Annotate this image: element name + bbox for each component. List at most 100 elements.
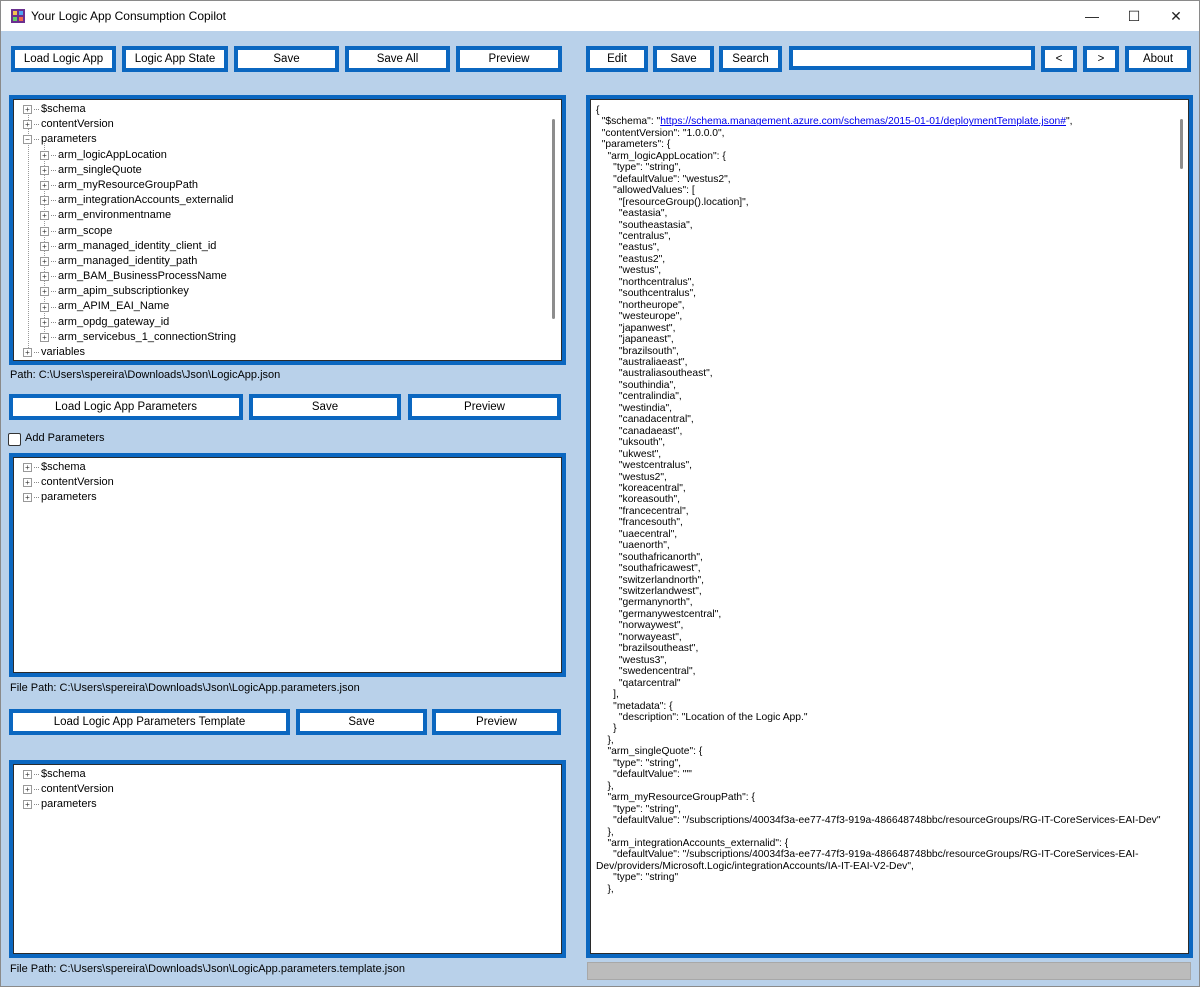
expand-icon[interactable]: + <box>23 785 32 795</box>
tree-node[interactable]: + contentVersion <box>23 117 236 132</box>
edit-button[interactable]: Edit <box>586 46 648 72</box>
json-line: "westus2", <box>596 471 667 483</box>
json-line: "norwayeast", <box>596 631 682 643</box>
json-scrollbar[interactable] <box>1180 119 1183 169</box>
logic-app-state-button[interactable]: Logic App State <box>122 46 228 72</box>
window-title: Your Logic App Consumption Copilot <box>31 9 227 23</box>
json-line: "germanywestcentral", <box>596 608 722 620</box>
tree-node-label: arm_opdg_gateway_id <box>58 315 170 328</box>
logic-app-path-label: Path: C:\Users\spereira\Downloads\Json\L… <box>10 369 281 381</box>
json-line: }, <box>596 883 614 895</box>
tree-node-label: contentVersion <box>41 118 114 131</box>
tree-connector <box>51 291 56 293</box>
expand-icon[interactable]: + <box>40 211 49 221</box>
tree-node[interactable]: + arm_opdg_gateway_id <box>23 315 236 330</box>
load-parameters-button[interactable]: Load Logic App Parameters <box>9 394 243 420</box>
expand-icon[interactable]: + <box>23 493 32 503</box>
json-line: "uksouth", <box>596 437 666 449</box>
json-line: "switzerlandnorth", <box>596 574 705 586</box>
maximize-button[interactable]: ☐ <box>1111 1 1157 31</box>
tree-node[interactable]: + arm_logicAppLocation <box>23 148 236 163</box>
load-logic-app-button[interactable]: Load Logic App <box>11 46 116 72</box>
expand-icon[interactable]: + <box>23 348 32 358</box>
tree-node[interactable]: + arm_managed_identity_path <box>23 254 236 269</box>
tree-connector <box>51 336 56 338</box>
expand-icon[interactable]: + <box>23 800 32 810</box>
search-button[interactable]: Search <box>719 46 782 72</box>
tree-node[interactable]: + arm_environmentname <box>23 208 236 223</box>
tree-node[interactable]: + arm_BAM_BusinessProcessName <box>23 269 236 284</box>
add-parameters-checkbox[interactable] <box>8 433 21 446</box>
title-bar[interactable]: Your Logic App Consumption Copilot — ☐ ✕ <box>1 1 1199 31</box>
expand-icon[interactable]: + <box>23 463 32 473</box>
expand-icon[interactable]: + <box>40 241 49 251</box>
tree-node[interactable]: − parameters <box>23 132 236 147</box>
collapse-icon[interactable]: − <box>23 135 32 145</box>
json-save-button[interactable]: Save <box>653 46 714 72</box>
tree-node[interactable]: + contentVersion <box>23 782 114 797</box>
tree-node[interactable]: + $schema <box>23 102 236 117</box>
json-line: "germanynorth", <box>596 597 693 609</box>
search-input[interactable] <box>789 46 1035 70</box>
json-line: "type": "string", <box>596 162 682 174</box>
tree-node[interactable]: + arm_scope <box>23 224 236 239</box>
expand-icon[interactable]: + <box>40 332 49 342</box>
tree-node[interactable]: + arm_singleQuote <box>23 163 236 178</box>
expand-icon[interactable]: + <box>40 302 49 312</box>
save-button[interactable]: Save <box>234 46 339 72</box>
tree-connector <box>51 306 56 308</box>
template-preview-button[interactable]: Preview <box>432 709 561 735</box>
expand-icon[interactable]: + <box>40 150 49 160</box>
expand-icon[interactable]: + <box>40 317 49 327</box>
parameters-preview-button[interactable]: Preview <box>408 394 561 420</box>
preview-button[interactable]: Preview <box>456 46 562 72</box>
expand-icon[interactable]: + <box>40 165 49 175</box>
tree-node[interactable]: + parameters <box>23 797 114 812</box>
expand-icon[interactable]: + <box>23 478 32 488</box>
schema-link[interactable]: https://schema.management.azure.com/sche… <box>660 116 1066 127</box>
save-all-button[interactable]: Save All <box>345 46 450 72</box>
tree-node[interactable]: + arm_integrationAccounts_externalid <box>23 193 236 208</box>
expand-icon[interactable]: + <box>40 256 49 266</box>
tree-node[interactable]: + arm_managed_identity_client_id <box>23 239 236 254</box>
tree-node[interactable]: + arm_apim_subscriptionkey <box>23 284 236 299</box>
tree-connector <box>51 321 56 323</box>
template-save-button[interactable]: Save <box>296 709 427 735</box>
expand-icon[interactable]: + <box>40 287 49 297</box>
expand-icon[interactable]: + <box>23 120 32 130</box>
tree-node[interactable]: + arm_servicebus_1_connectionString <box>23 330 236 345</box>
expand-icon[interactable]: + <box>40 196 49 206</box>
json-line: "westindia", <box>596 402 672 414</box>
close-button[interactable]: ✕ <box>1153 1 1199 31</box>
parameters-template-tree[interactable]: + $schema + contentVersion + parameters <box>9 760 566 958</box>
previous-match-button[interactable]: < <box>1041 46 1077 72</box>
minimize-button[interactable]: — <box>1069 1 1115 31</box>
tree-node[interactable]: + arm_APIM_EAI_Name <box>23 299 236 314</box>
expand-icon[interactable]: + <box>40 181 49 191</box>
tree-node[interactable]: + parameters <box>23 490 114 505</box>
tree-connector <box>51 230 56 232</box>
parameters-tree[interactable]: + $schema + contentVersion + parameters <box>9 453 566 677</box>
expand-icon[interactable]: + <box>23 770 32 780</box>
json-line: "southeastasia", <box>596 219 693 231</box>
json-line: } <box>596 723 617 735</box>
logic-app-tree[interactable]: + $schema + contentVersion − parameters + arm_l… <box>9 95 566 365</box>
tree-node[interactable]: + variables <box>23 345 236 360</box>
tree-scrollbar[interactable] <box>552 119 555 319</box>
load-parameters-template-button[interactable]: Load Logic App Parameters Template <box>9 709 290 735</box>
json-text[interactable]: { "$schema": "https://schema.management.… <box>596 105 1160 895</box>
next-match-button[interactable]: > <box>1083 46 1119 72</box>
json-line: "australiasoutheast", <box>596 368 713 380</box>
tree-node[interactable]: + arm_myResourceGroupPath <box>23 178 236 193</box>
tree-node[interactable]: + $schema <box>23 460 114 475</box>
about-button[interactable]: About <box>1125 46 1191 72</box>
tree-node-label: arm_managed_identity_path <box>58 254 198 267</box>
parameters-save-button[interactable]: Save <box>249 394 401 420</box>
expand-icon[interactable]: + <box>40 226 49 236</box>
tree-node[interactable]: + $schema <box>23 767 114 782</box>
expand-icon[interactable]: + <box>40 272 49 282</box>
expand-icon[interactable]: + <box>23 105 32 115</box>
json-viewer[interactable]: { "$schema": "https://schema.management.… <box>586 95 1193 958</box>
tree-node[interactable]: + contentVersion <box>23 475 114 490</box>
tree-node-label: parameters <box>41 798 97 811</box>
